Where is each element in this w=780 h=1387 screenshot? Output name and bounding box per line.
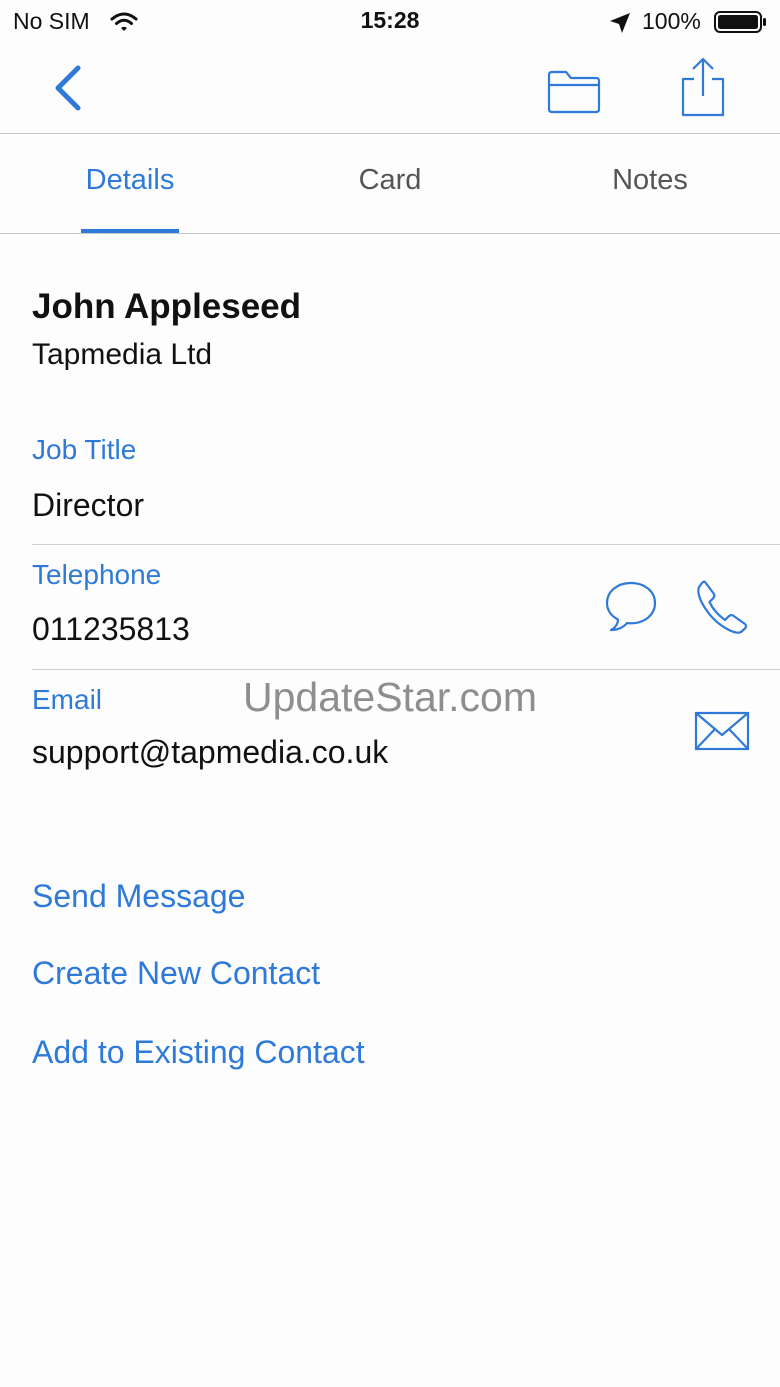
- contact-company: Tapmedia Ltd: [32, 338, 213, 371]
- phone-icon[interactable]: [693, 578, 751, 634]
- telephone-value[interactable]: 011235813: [32, 611, 190, 648]
- send-message-button[interactable]: Send Message: [32, 878, 245, 915]
- location-arrow-icon: [610, 13, 630, 33]
- job-title-label: Job Title: [32, 434, 137, 465]
- field-divider: [32, 669, 780, 670]
- add-to-existing-contact-button[interactable]: Add to Existing Contact: [32, 1034, 365, 1071]
- chevron-left-icon[interactable]: [50, 64, 86, 112]
- tab-notes[interactable]: Notes: [600, 164, 700, 197]
- tab-details[interactable]: Details: [81, 164, 179, 197]
- email-value[interactable]: support@tapmedia.co.uk: [32, 734, 388, 771]
- job-title-value: Director: [32, 487, 145, 523]
- navigation-bar: [0, 44, 780, 134]
- status-bar: No SIM 15:28 100%: [0, 0, 780, 44]
- folder-icon[interactable]: [546, 69, 602, 115]
- tab-card[interactable]: Card: [340, 164, 440, 197]
- segment-tabs: Details Card Notes: [0, 134, 780, 234]
- active-tab-indicator: [81, 229, 179, 233]
- contact-name: John Appleseed: [32, 287, 302, 326]
- contact-details-screen: No SIM 15:28 100% Details Card Notes Joh…: [0, 0, 780, 1387]
- share-icon[interactable]: [678, 56, 728, 118]
- telephone-label: Telephone: [32, 559, 162, 590]
- create-new-contact-button[interactable]: Create New Contact: [32, 955, 320, 992]
- watermark-text: UpdateStar.com: [243, 674, 537, 720]
- battery-full-icon: [714, 11, 766, 33]
- field-divider: [32, 544, 780, 545]
- message-bubble-icon[interactable]: [603, 578, 659, 634]
- battery-percent-label: 100%: [642, 8, 701, 34]
